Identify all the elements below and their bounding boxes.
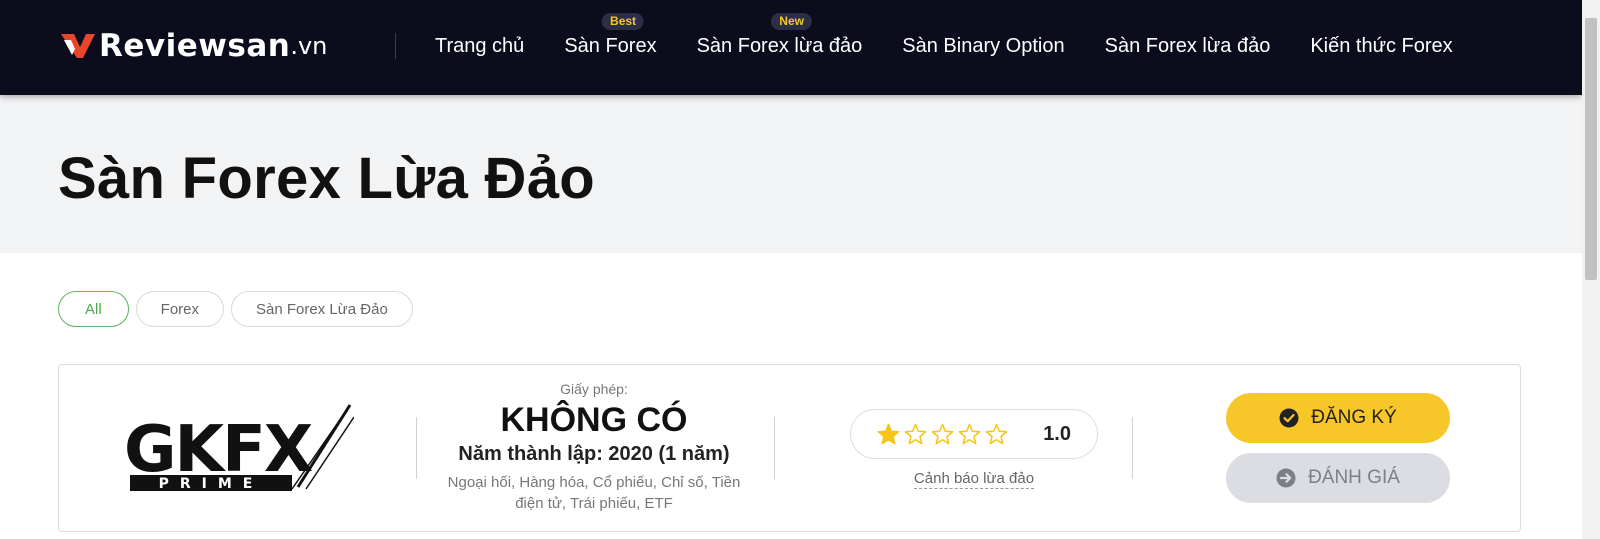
rating-box: 1.0 (850, 409, 1098, 459)
license-value: KHÔNG CÓ (500, 401, 688, 439)
founded-year: Năm thành lập: 2020 (1 năm) (458, 443, 730, 465)
register-button[interactable]: ĐĂNG KÝ (1226, 393, 1450, 443)
star-empty-icon (985, 423, 1008, 444)
license-block: Giấy phép: KHÔNG CÓ Năm thành lập: 2020 … (429, 381, 759, 514)
nav-item-binary-option[interactable]: Sàn Binary Option (902, 33, 1064, 59)
product-list: Ngoại hối, Hàng hóa, Cổ phiếu, Chỉ số, T… (447, 474, 741, 512)
review-button[interactable]: ĐÁNH GIÁ (1226, 453, 1450, 503)
card-divider (416, 417, 417, 479)
filter-chip-scam-forex[interactable]: Sàn Forex Lừa Đảo (231, 291, 413, 327)
star-filled-icon (877, 423, 900, 444)
page-scrollbar[interactable] (1582, 0, 1600, 539)
broker-logo[interactable]: GKFX PRIME (122, 401, 354, 497)
logo-text: Reviewsan (99, 28, 291, 64)
nav-divider (395, 33, 396, 59)
site-logo[interactable]: Reviewsan .vn (61, 28, 327, 64)
nav-item-scam-forex-2[interactable]: Sàn Forex lừa đảo (1105, 33, 1271, 59)
nav-badge-new: New (771, 13, 812, 30)
reviewsan-logo-icon (61, 34, 95, 58)
broker-card: GKFX PRIME Giấy phép: KHÔNG CÓ Năm thành… (58, 364, 1521, 532)
arrow-right-circle-icon (1276, 468, 1296, 488)
nav-item-scam-forex[interactable]: New Sàn Forex lừa đảo (697, 13, 862, 59)
filter-chip-all[interactable]: All (58, 291, 129, 327)
site-header: Reviewsan .vn Trang chủ Best Sàn Forex New… (0, 0, 1582, 95)
main-nav: Trang chủ Best Sàn Forex New Sàn Forex lừa… (435, 13, 1493, 59)
page-title: Sàn Forex Lừa Đảo (58, 146, 596, 211)
rating-stars (877, 423, 1008, 446)
rating-value: 1.0 (1043, 422, 1071, 445)
filter-chip-forex[interactable]: Forex (135, 291, 225, 327)
hero-section: Sàn Forex Lừa Đảo (0, 95, 1582, 253)
star-empty-icon (958, 423, 981, 444)
nav-item-forex[interactable]: Best Sàn Forex (564, 13, 657, 59)
scrollbar-thumb[interactable] (1585, 18, 1597, 280)
star-empty-icon (904, 423, 927, 444)
card-divider (1132, 417, 1133, 479)
star-empty-icon (931, 423, 954, 444)
card-divider (774, 417, 775, 479)
logo-tld: .vn (290, 32, 328, 60)
nav-badge-best: Best (602, 13, 645, 30)
nav-item-home[interactable]: Trang chủ (435, 33, 524, 59)
license-label: Giấy phép: (560, 381, 628, 397)
scam-warning-link[interactable]: Cảnh báo lừa đảo (913, 470, 1035, 489)
broker-logo-subtext: PRIME (159, 476, 264, 492)
check-circle-icon (1279, 408, 1299, 428)
nav-item-forex-knowledge[interactable]: Kiến thức Forex (1310, 33, 1452, 59)
category-filters: All Forex Sàn Forex Lừa Đảo (58, 291, 413, 327)
scam-warning-link-wrap: Cảnh báo lừa đảo (850, 470, 1098, 489)
register-button-label: ĐĂNG KÝ (1311, 407, 1397, 428)
review-button-label: ĐÁNH GIÁ (1308, 467, 1400, 488)
